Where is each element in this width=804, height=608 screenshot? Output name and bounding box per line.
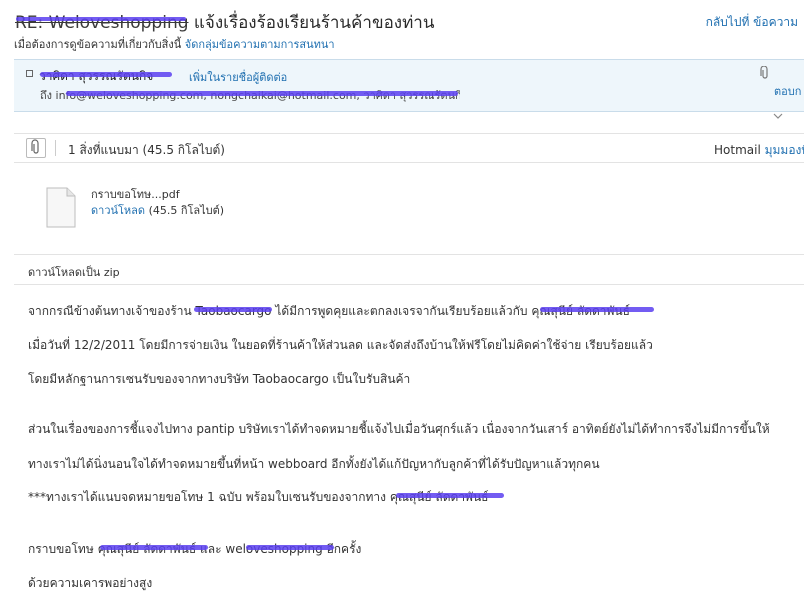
redaction-mark xyxy=(100,545,208,550)
message-line-2: เมื่อวันที่ 12/2/2011 โดยมีการจ่ายเงิน ใ… xyxy=(28,338,653,352)
pdf-file-icon[interactable] xyxy=(46,187,76,228)
paperclip-icon xyxy=(31,139,39,154)
redaction-mark xyxy=(66,91,458,96)
message-text: ***ทางเราได้แนบจดหมายขอโทษ 1 ฉบับ พร้อมใ… xyxy=(28,490,390,504)
redaction-mark xyxy=(540,307,654,312)
hotmail-label: Hotmail xyxy=(714,143,761,157)
subject-prefix: RE: Weloveshopping xyxy=(15,13,189,33)
email-subject: RE: Weloveshopping แจ้งเรื่องร้องเรียนร้… xyxy=(15,9,434,36)
message-line-5: ทางเราไม่ได้นิ่งนอนใจได้ทำจดหมายขึ้นที่ห… xyxy=(28,457,600,471)
divider xyxy=(14,284,804,285)
to-label: ถึง xyxy=(40,89,53,102)
attachment-bar: 1 สิ่งที่แนบมา (45.5 กิโลไบต์) Hotmail ม… xyxy=(14,133,804,163)
message-line-1: จากกรณีข้างต้นทางเจ้าของร้าน Taobaocargo… xyxy=(28,302,630,321)
view-mode-link[interactable]: มุมมองที่ xyxy=(765,143,804,157)
redaction-mark xyxy=(246,545,334,550)
conversation-hint-text: เมื่อต้องการดูข้อความที่เกี่ยวกับสิ่งนี้ xyxy=(14,38,182,51)
group-by-conversation-link[interactable]: จัดกลุ่มข้อความตามการสนทนา xyxy=(185,38,335,51)
back-to-messages-link[interactable]: กลับไปที่ ข้อความ xyxy=(706,13,798,32)
collapse-icon[interactable] xyxy=(26,70,33,77)
attachment-toggle-button[interactable] xyxy=(26,138,46,158)
message-text: กราบขอโทษ xyxy=(28,542,98,556)
redaction-mark xyxy=(194,307,272,312)
attachment-summary: 1 สิ่งที่แนบมา (45.5 กิโลไบต์) xyxy=(68,143,225,157)
redaction-mark xyxy=(16,17,186,21)
reply-link[interactable]: ตอบก xyxy=(774,82,801,100)
attachment-size: (45.5 กิโลไบต์) xyxy=(148,204,225,217)
download-link[interactable]: ดาวน์โหลด xyxy=(91,204,145,217)
message-line-8: ด้วยความเคารพอย่างสูง xyxy=(28,576,153,590)
subject-rest: แจ้งเรื่องร้องเรียนร้านค้าของท่าน xyxy=(188,13,435,33)
divider xyxy=(14,254,804,255)
paperclip-icon xyxy=(760,66,768,79)
message-line-3: โดยมีหลักฐานการเซนรับของจากทางบริษัท Tao… xyxy=(28,372,411,386)
conversation-hint: เมื่อต้องการดูข้อความที่เกี่ยวกับสิ่งนี้… xyxy=(14,35,335,53)
sender-panel: วาศิดา สุวรรณรัตนกิจ เพิ่มในรายชื่อผู้ติ… xyxy=(14,59,804,112)
redaction-mark xyxy=(40,72,172,77)
chevron-down-icon[interactable] xyxy=(773,113,783,120)
message-text: ได้มีการพูดคุยและตกลงเจรจากันเรียบร้อยแล… xyxy=(271,304,532,318)
hotmail-view: Hotmail มุมมองที่ xyxy=(714,141,804,160)
message-line-4: ส่วนในเรื่องของการชี้แจงไปทาง pantip บริ… xyxy=(28,422,770,436)
redaction-mark xyxy=(396,493,504,498)
message-text: จากกรณีข้างต้นทางเจ้าของร้าน T xyxy=(28,304,201,318)
download-as-zip-link[interactable]: ดาวน์โหลดเป็น zip xyxy=(28,263,120,281)
add-to-contacts-link[interactable]: เพิ่มในรายชื่อผู้ติดต่อ xyxy=(189,68,287,86)
attachment-download-row: ดาวน์โหลด (45.5 กิโลไบต์) xyxy=(91,201,224,219)
divider xyxy=(55,140,56,156)
